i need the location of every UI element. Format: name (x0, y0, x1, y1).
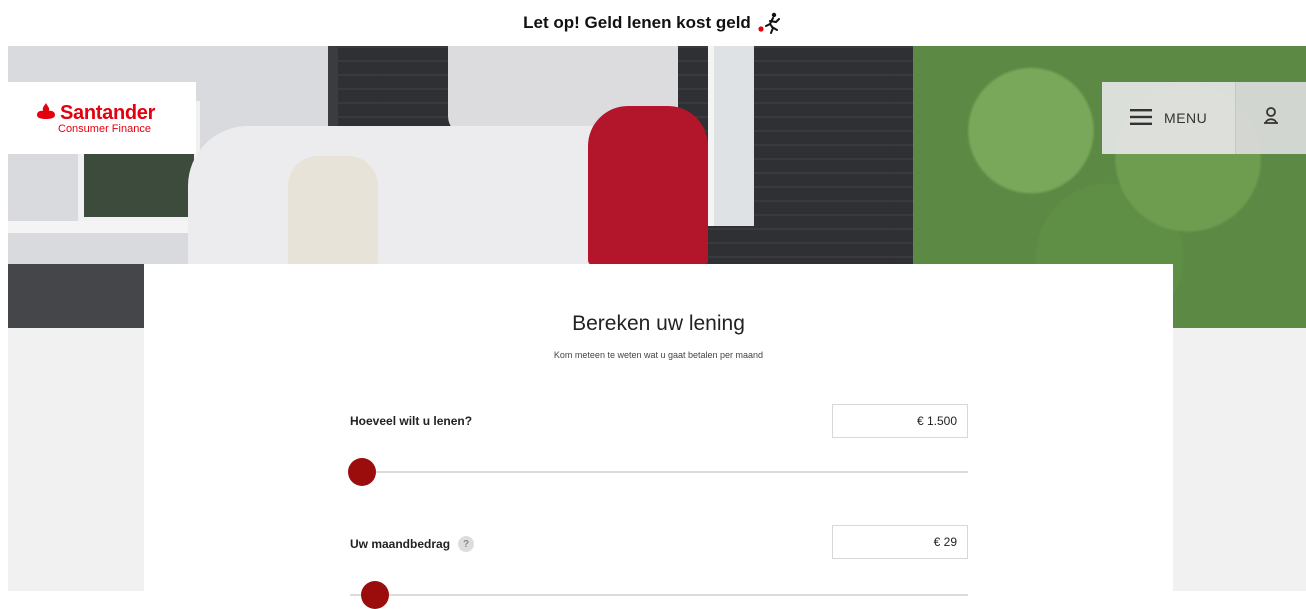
menu-button[interactable]: MENU (1102, 82, 1236, 154)
calculator-subtitle: Kom meteen te weten wat u gaat betalen p… (553, 350, 764, 360)
help-icon[interactable]: ? (458, 536, 475, 552)
monthly-amount-input[interactable]: € 29 (832, 525, 968, 559)
menu-label: MENU (1164, 110, 1208, 126)
monthly-amount-label-text: Uw maandbedrag (350, 537, 451, 551)
hamburger-icon (1130, 108, 1153, 128)
loan-calculator-card: Bereken uw lening Kom meteen te weten wa… (144, 264, 1173, 609)
santander-logo[interactable]: Santander Consumer Finance (8, 82, 196, 154)
user-account-button[interactable] (1235, 82, 1306, 154)
loan-amount-slider-thumb[interactable] (348, 458, 377, 486)
running-figure-icon (757, 12, 783, 34)
monthly-amount-slider[interactable] (350, 581, 968, 609)
loan-warning-text: Let op! Geld lenen kost geld (523, 13, 751, 32)
loan-amount-label: Hoeveel wilt u lenen? (350, 414, 472, 428)
calculator-title: Bereken uw lening (572, 312, 745, 335)
monthly-amount-label: Uw maandbedrag ? (350, 536, 475, 552)
loan-amount-input[interactable]: € 1.500 (832, 404, 968, 438)
loan-warning-banner: Let op! Geld lenen kost geld (0, 0, 1306, 46)
loan-amount-slider[interactable] (348, 458, 968, 486)
user-icon (1261, 106, 1281, 131)
loan-amount-label-text: Hoeveel wilt u lenen? (350, 414, 473, 428)
monthly-amount-slider-thumb[interactable] (360, 581, 389, 609)
flame-icon (36, 102, 56, 125)
brand-subtitle: Consumer Finance (58, 122, 151, 135)
top-nav: MENU (1102, 82, 1306, 154)
brand-name: Santander (60, 101, 156, 124)
